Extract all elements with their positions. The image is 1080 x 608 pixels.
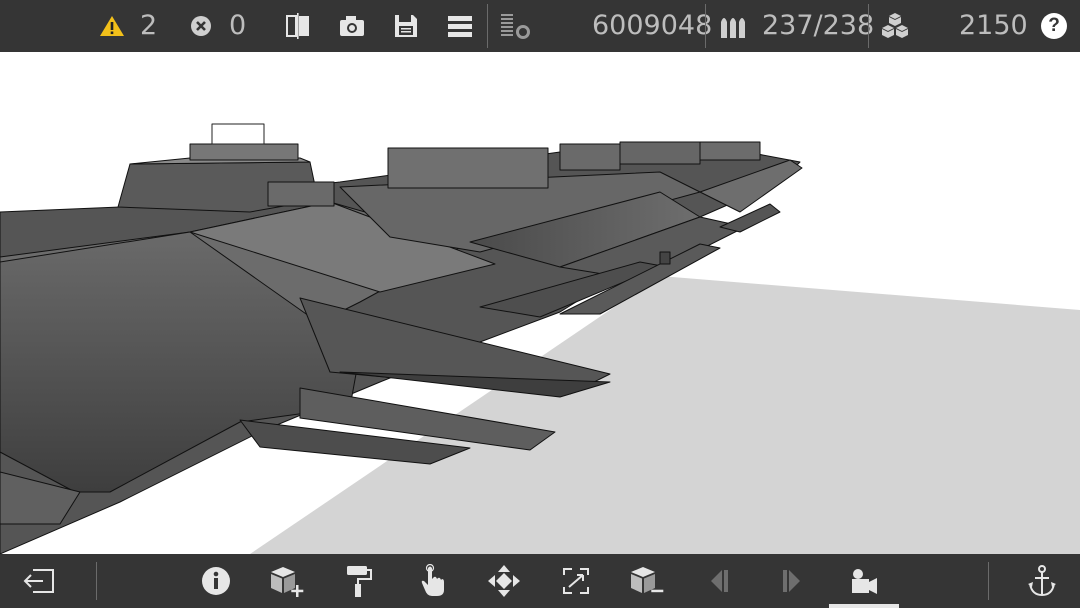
separator <box>868 4 869 48</box>
separator <box>705 4 706 48</box>
bottom-toolbar <box>0 554 1080 608</box>
exit-icon[interactable] <box>18 554 62 608</box>
warning-icon[interactable] <box>98 0 126 52</box>
ammo-icon <box>718 0 750 52</box>
save-icon[interactable] <box>391 0 421 52</box>
blocks-icon <box>878 0 912 52</box>
active-tool-indicator <box>829 604 899 608</box>
mirror-icon[interactable] <box>282 0 314 52</box>
add-block-icon[interactable] <box>265 554 309 608</box>
camera-icon[interactable] <box>336 0 368 52</box>
separator <box>96 562 97 600</box>
move-icon[interactable] <box>482 554 526 608</box>
info-icon[interactable] <box>194 554 238 608</box>
warnings-count[interactable]: 2 <box>140 0 157 52</box>
help-icon[interactable]: ? <box>1040 0 1068 52</box>
previous-icon[interactable] <box>698 554 742 608</box>
separator <box>487 4 488 48</box>
points-value: 6009048 <box>592 10 713 41</box>
camera-mode-icon[interactable] <box>842 554 886 608</box>
viewport-3d[interactable] <box>0 52 1080 554</box>
error-icon[interactable] <box>188 0 214 52</box>
ammo-value: 237/238 <box>762 10 875 41</box>
anchor-icon[interactable] <box>1020 554 1064 608</box>
paint-roller-icon[interactable] <box>336 554 380 608</box>
separator <box>988 562 989 600</box>
interact-hand-icon[interactable] <box>411 554 455 608</box>
blocks-value: 2150 <box>959 10 1028 41</box>
top-toolbar <box>0 0 1080 52</box>
next-icon[interactable] <box>769 554 813 608</box>
select-icon[interactable] <box>554 554 598 608</box>
ship-render <box>0 123 1080 554</box>
menu-icon[interactable] <box>445 0 475 52</box>
remove-block-icon[interactable] <box>625 554 669 608</box>
help-label: ? <box>1041 13 1067 39</box>
errors-count[interactable]: 0 <box>229 0 246 52</box>
stats-icon[interactable] <box>498 0 532 52</box>
